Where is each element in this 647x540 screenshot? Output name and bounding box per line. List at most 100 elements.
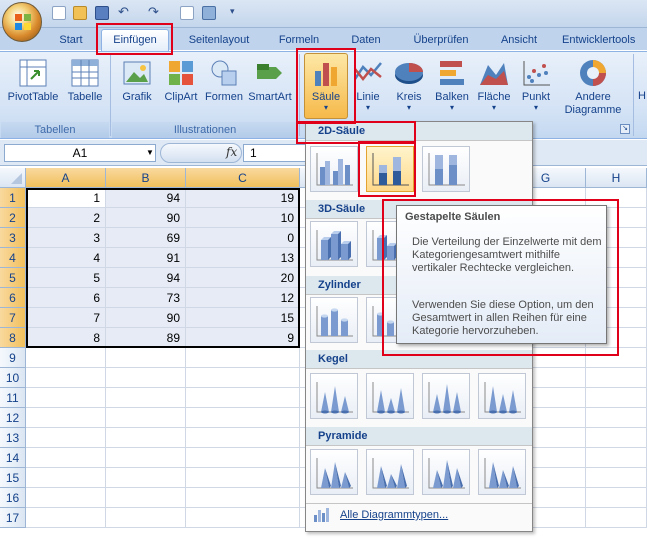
tab-daten[interactable]: Daten <box>344 31 388 49</box>
tab-formeln[interactable]: Formeln <box>274 31 324 49</box>
cell-a13[interactable] <box>26 428 106 448</box>
cell-a7[interactable]: 7 <box>26 308 106 328</box>
cell-b1[interactable]: 94 <box>106 188 186 208</box>
row-header-4[interactable]: 4 <box>0 248 26 268</box>
tabelle-button[interactable]: Tabelle <box>64 54 106 120</box>
tab-start[interactable]: Start <box>52 31 90 49</box>
cell-c5[interactable]: 20 <box>186 268 300 288</box>
dialog-launcher-icon[interactable]: ↘ <box>620 124 630 134</box>
chart-type-3d-saeule-1[interactable] <box>310 221 358 267</box>
open-folder-icon[interactable] <box>73 6 87 20</box>
row-header-15[interactable]: 15 <box>0 468 26 488</box>
row-header-3[interactable]: 3 <box>0 228 26 248</box>
chart-type-pyramide-4[interactable] <box>478 449 526 495</box>
cell-h14[interactable] <box>586 448 647 468</box>
tab-entwicklertools[interactable]: Entwicklertools <box>562 31 647 49</box>
row-header-8[interactable]: 8 <box>0 328 26 348</box>
cell-h17[interactable] <box>586 508 647 528</box>
row-header-9[interactable]: 9 <box>0 348 26 368</box>
tab-seitenlayout[interactable]: Seitenlayout <box>182 31 256 49</box>
cell-c10[interactable] <box>186 368 300 388</box>
cell-b16[interactable] <box>106 488 186 508</box>
cell-a4[interactable]: 4 <box>26 248 106 268</box>
row-header-10[interactable]: 10 <box>0 368 26 388</box>
cell-a8[interactable]: 8 <box>26 328 106 348</box>
punkt-button[interactable]: Punkt ▾ <box>516 54 556 120</box>
cell-b14[interactable] <box>106 448 186 468</box>
cell-h16[interactable] <box>586 488 647 508</box>
chart-type-pyramide-2[interactable] <box>366 449 414 495</box>
flaeche-button[interactable]: Fläche ▾ <box>474 54 514 120</box>
save-icon[interactable] <box>95 6 109 20</box>
select-all-corner[interactable] <box>0 168 26 188</box>
cell-a9[interactable] <box>26 348 106 368</box>
cell-h13[interactable] <box>586 428 647 448</box>
cell-a3[interactable]: 3 <box>26 228 106 248</box>
cell-b9[interactable] <box>106 348 186 368</box>
chart-type-gestapelte-saeulen[interactable] <box>366 146 414 192</box>
clipart-button[interactable]: ClipArt <box>160 54 202 120</box>
kreis-button[interactable]: Kreis ▾ <box>390 54 428 120</box>
cell-b4[interactable]: 91 <box>106 248 186 268</box>
tab-ueberpruefen[interactable]: Überprüfen <box>404 31 478 49</box>
cell-b10[interactable] <box>106 368 186 388</box>
row-header-2[interactable]: 2 <box>0 208 26 228</box>
cell-c8[interactable]: 9 <box>186 328 300 348</box>
cell-c2[interactable]: 10 <box>186 208 300 228</box>
chart-type-pyramide-3[interactable] <box>422 449 470 495</box>
pivottable-button[interactable]: PivotTable <box>4 54 62 120</box>
chart-type-kegel-4[interactable] <box>478 373 526 419</box>
cell-b13[interactable] <box>106 428 186 448</box>
cell-c14[interactable] <box>186 448 300 468</box>
cell-b3[interactable]: 69 <box>106 228 186 248</box>
tab-ansicht[interactable]: Ansicht <box>494 31 544 49</box>
cell-a1[interactable]: 1 <box>26 188 106 208</box>
column-header-a[interactable]: A <box>26 168 106 188</box>
row-header-6[interactable]: 6 <box>0 288 26 308</box>
chart-type-kegel-3[interactable] <box>422 373 470 419</box>
namebox-dropdown-icon[interactable]: ▼ <box>146 148 154 157</box>
formula-input[interactable]: 1 <box>243 144 309 162</box>
grafik-button[interactable]: Grafik <box>116 54 158 120</box>
cell-b11[interactable] <box>106 388 186 408</box>
all-chart-types-link[interactable]: Alle Diagrammtypen... <box>340 509 448 521</box>
cell-c6[interactable]: 12 <box>186 288 300 308</box>
cell-b5[interactable]: 94 <box>106 268 186 288</box>
row-header-16[interactable]: 16 <box>0 488 26 508</box>
cell-c1[interactable]: 19 <box>186 188 300 208</box>
cell-a5[interactable]: 5 <box>26 268 106 288</box>
cell-a10[interactable] <box>26 368 106 388</box>
cell-b17[interactable] <box>106 508 186 528</box>
column-header-b[interactable]: B <box>106 168 186 188</box>
saeule-button[interactable]: Säule ▾ <box>304 53 348 119</box>
cell-a17[interactable] <box>26 508 106 528</box>
office-button[interactable] <box>2 2 42 42</box>
redo-icon[interactable]: ↷ <box>148 5 168 20</box>
row-header-11[interactable]: 11 <box>0 388 26 408</box>
tab-einfuegen[interactable]: Einfügen <box>101 29 169 52</box>
chart-type-kegel-2[interactable] <box>366 373 414 419</box>
camera-icon[interactable] <box>202 6 216 20</box>
cell-a2[interactable]: 2 <box>26 208 106 228</box>
linie-button[interactable]: Linie ▾ <box>350 54 386 120</box>
cell-b6[interactable]: 73 <box>106 288 186 308</box>
cell-a14[interactable] <box>26 448 106 468</box>
chart-type-pyramide-1[interactable] <box>310 449 358 495</box>
cell-h12[interactable] <box>586 408 647 428</box>
cell-h15[interactable] <box>586 468 647 488</box>
row-header-5[interactable]: 5 <box>0 268 26 288</box>
new-file-icon[interactable] <box>52 6 66 20</box>
cell-c12[interactable] <box>186 408 300 428</box>
cell-a15[interactable] <box>26 468 106 488</box>
cell-b7[interactable]: 90 <box>106 308 186 328</box>
chart-type-zylinder-1[interactable] <box>310 297 358 343</box>
formen-button[interactable]: Formen <box>202 54 246 120</box>
cell-c7[interactable]: 15 <box>186 308 300 328</box>
chart-type-gruppierte-saeulen[interactable] <box>310 146 358 192</box>
cell-b15[interactable] <box>106 468 186 488</box>
cell-c15[interactable] <box>186 468 300 488</box>
row-header-13[interactable]: 13 <box>0 428 26 448</box>
cell-c13[interactable] <box>186 428 300 448</box>
cell-b12[interactable] <box>106 408 186 428</box>
cell-a11[interactable] <box>26 388 106 408</box>
